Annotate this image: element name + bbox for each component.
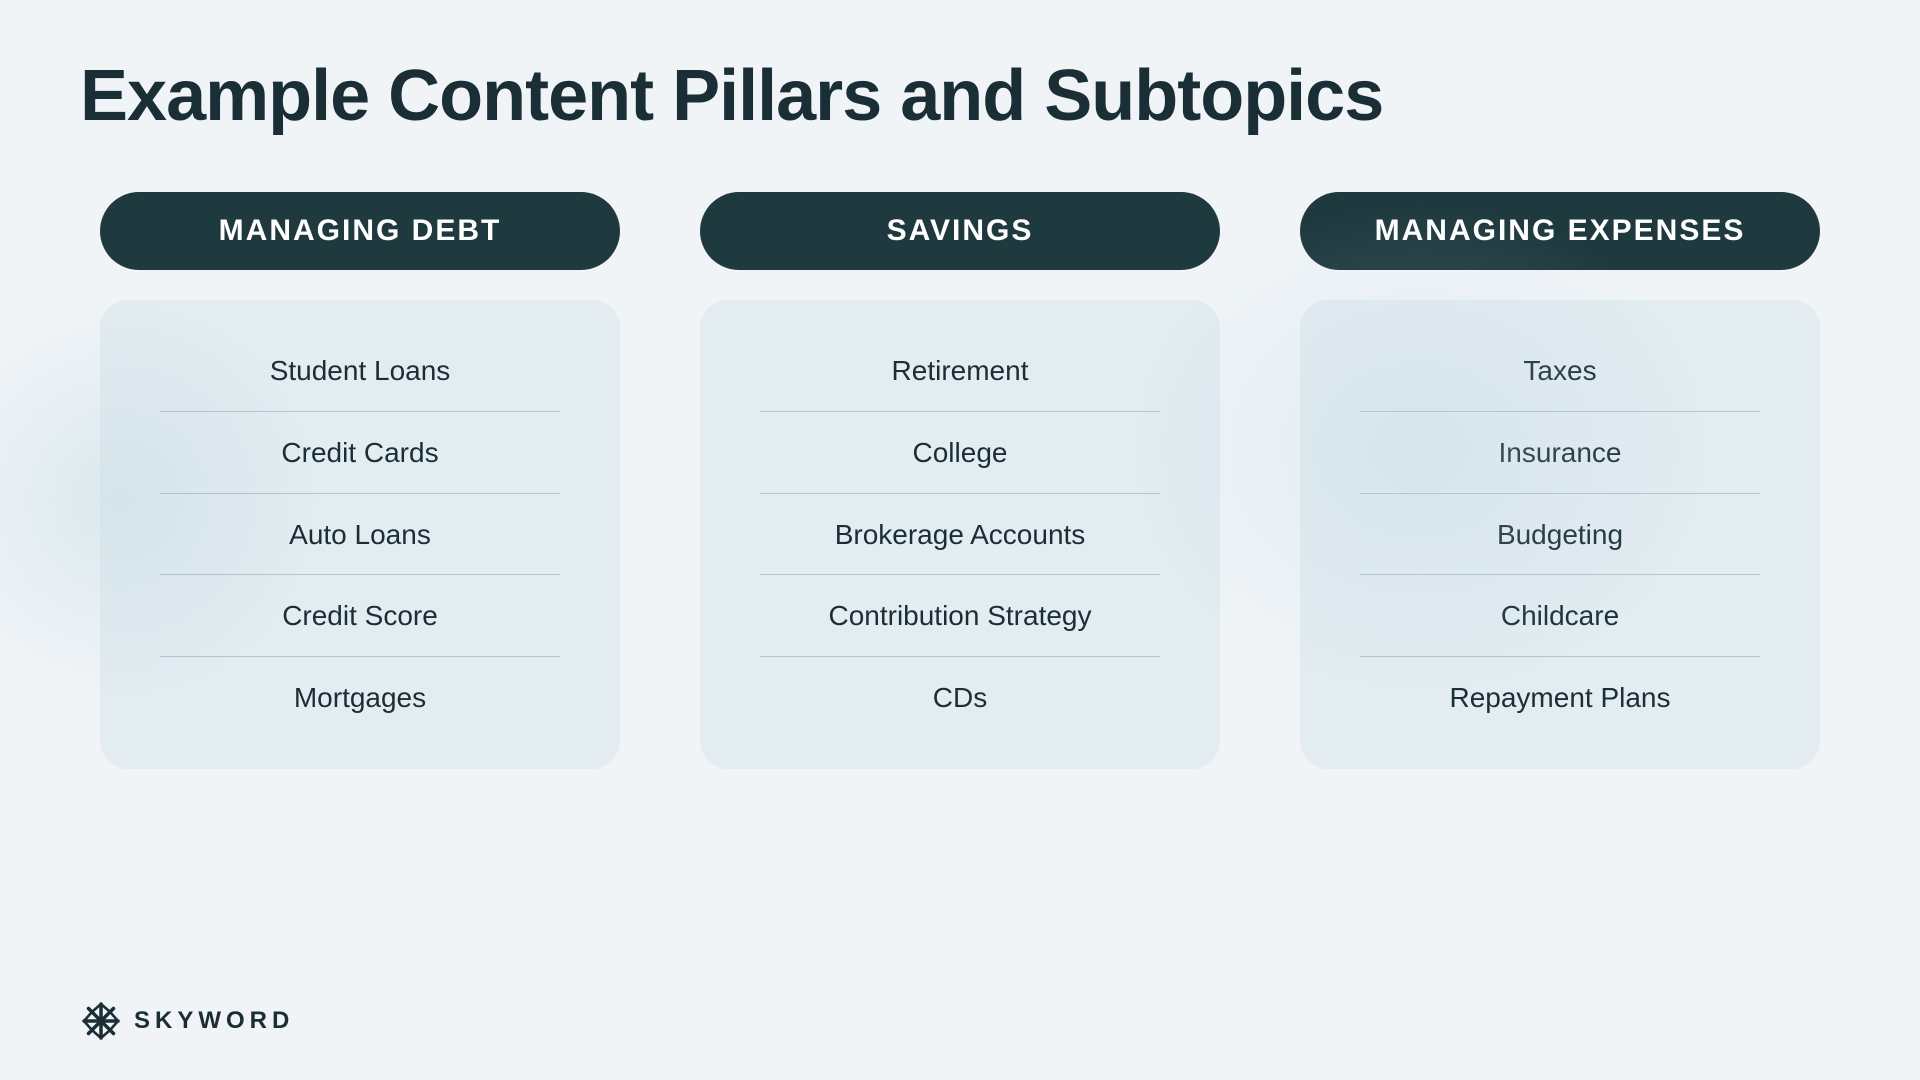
subtopic-label: Childcare bbox=[1501, 600, 1619, 631]
subtopic-label: Taxes bbox=[1523, 355, 1596, 386]
list-item: Credit Cards bbox=[140, 412, 580, 494]
subtopic-label: Student Loans bbox=[270, 355, 451, 386]
subtopic-label: Retirement bbox=[892, 355, 1029, 386]
subtopic-label: Repayment Plans bbox=[1449, 682, 1670, 713]
pillar-header-text-savings: SAVINGS bbox=[887, 214, 1034, 247]
pillar-savings: SAVINGS Retirement College Brokerage Accoun… bbox=[700, 192, 1220, 769]
pillar-header-text-managing-expenses: MANAGING EXPENSES bbox=[1375, 214, 1746, 247]
list-item: Auto Loans bbox=[140, 494, 580, 576]
subtopic-label: Credit Cards bbox=[281, 437, 438, 468]
list-item: Mortgages bbox=[140, 657, 580, 739]
subtopic-label: Budgeting bbox=[1497, 519, 1623, 550]
pillar-card-managing-expenses: Taxes Insurance Budgeting Childcare Repaymen… bbox=[1300, 300, 1820, 769]
page-title: Example Content Pillars and Subtopics bbox=[80, 55, 1840, 137]
pillar-card-managing-debt: Student Loans Credit Cards Auto Loans Credi… bbox=[100, 300, 620, 769]
list-item: Student Loans bbox=[140, 330, 580, 412]
pillar-header-text-managing-debt: MANAGING DEBT bbox=[219, 214, 502, 247]
list-item: Repayment Plans bbox=[1340, 657, 1780, 739]
pillar-header-savings: SAVINGS bbox=[700, 192, 1220, 270]
list-item: Childcare bbox=[1340, 575, 1780, 657]
page: Example Content Pillars and Subtopics MA… bbox=[0, 0, 1920, 1080]
pillar-managing-expenses: MANAGING EXPENSES Taxes Insurance Budgeting… bbox=[1300, 192, 1820, 769]
list-item: College bbox=[740, 412, 1180, 494]
list-item: Budgeting bbox=[1340, 494, 1780, 576]
subtopic-label: Credit Score bbox=[282, 600, 438, 631]
subtopic-label: Auto Loans bbox=[289, 519, 431, 550]
list-item: Insurance bbox=[1340, 412, 1780, 494]
pillar-header-managing-expenses: MANAGING EXPENSES bbox=[1300, 192, 1820, 270]
pillar-managing-debt: MANAGING DEBT Student Loans Credit Cards Au… bbox=[100, 192, 620, 769]
pillar-card-savings: Retirement College Brokerage Accounts Contr… bbox=[700, 300, 1220, 769]
list-item: Contribution Strategy bbox=[740, 575, 1180, 657]
subtopic-label: Brokerage Accounts bbox=[835, 519, 1086, 550]
subtopic-label: Insurance bbox=[1499, 437, 1622, 468]
logo-icon bbox=[80, 1000, 122, 1042]
list-item: Brokerage Accounts bbox=[740, 494, 1180, 576]
subtopic-label: Contribution Strategy bbox=[828, 600, 1091, 631]
list-item: Taxes bbox=[1340, 330, 1780, 412]
footer: SKYWORD bbox=[80, 1000, 294, 1042]
pillars-container: MANAGING DEBT Student Loans Credit Cards Au… bbox=[80, 192, 1840, 769]
list-item: Retirement bbox=[740, 330, 1180, 412]
subtopic-label: College bbox=[913, 437, 1008, 468]
list-item: CDs bbox=[740, 657, 1180, 739]
subtopic-label: CDs bbox=[933, 682, 987, 713]
list-item: Credit Score bbox=[140, 575, 580, 657]
logo-text: SKYWORD bbox=[134, 1007, 294, 1035]
subtopic-label: Mortgages bbox=[294, 682, 426, 713]
pillar-header-managing-debt: MANAGING DEBT bbox=[100, 192, 620, 270]
